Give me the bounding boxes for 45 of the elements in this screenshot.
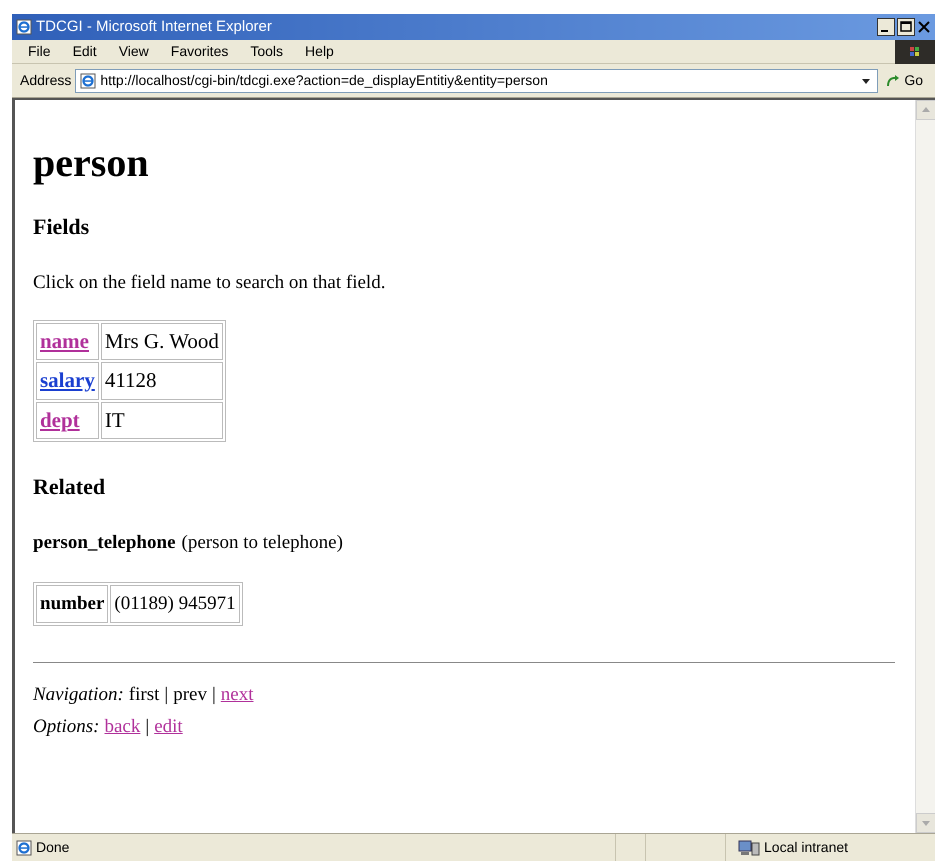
- menu-item[interactable]: File: [28, 41, 51, 62]
- url-text: http://localhost/cgi-bin/tdcgi.exe?action=de_displayEntitiy&entity=person: [100, 71, 548, 90]
- go-button[interactable]: Go: [882, 70, 927, 91]
- separator-text: |: [164, 683, 168, 707]
- address-field[interactable]: http://localhost/cgi-bin/tdcgi.exe?action=de_displayEntitiy&entity=person: [75, 68, 878, 92]
- browser-icon: [80, 72, 96, 88]
- zone-text: Local intranet: [764, 838, 848, 857]
- maximize-icon[interactable]: [897, 18, 915, 36]
- section-heading: Fields: [33, 213, 90, 241]
- page-heading: person: [33, 139, 150, 187]
- nav-text: prev: [173, 683, 207, 707]
- browser-icon: [16, 19, 32, 35]
- table-cell: IT: [100, 402, 223, 439]
- menu-item[interactable]: Help: [305, 41, 334, 62]
- table-cell: Mrs G. Wood: [100, 322, 223, 360]
- instruction-text: Click on the field name to search on that field.: [33, 271, 386, 295]
- menu-item[interactable]: View: [118, 41, 149, 62]
- windows-logo-icon: [895, 40, 935, 64]
- relation-description: (person to telephone): [182, 531, 343, 555]
- window-title: TDCGI - Microsoft Internet Explorer: [36, 16, 272, 37]
- nav-link[interactable]: back: [104, 711, 140, 743]
- minimize-icon[interactable]: [877, 18, 895, 36]
- separator-text: |: [145, 715, 150, 739]
- address-label: Address: [20, 71, 72, 90]
- nav-link[interactable]: edit: [154, 711, 183, 743]
- field-name-link[interactable]: salary: [36, 362, 99, 400]
- table-cell: number: [36, 584, 108, 623]
- separator-text: |: [212, 683, 216, 707]
- field-name-link[interactable]: dept: [36, 402, 99, 439]
- table-cell: (01189) 945971: [110, 584, 240, 623]
- menu-item[interactable]: Favorites: [170, 41, 228, 62]
- nav-text: first: [128, 683, 160, 707]
- table-cell: 41128: [100, 362, 223, 400]
- footer-label: Navigation:: [33, 683, 124, 707]
- relation-name: person_telephone: [33, 531, 176, 555]
- arrow-icon: [886, 74, 900, 88]
- browser-icon: [16, 840, 32, 856]
- status-text: Done: [36, 838, 70, 857]
- menu-item[interactable]: Tools: [250, 41, 284, 62]
- footer-label: Options:: [33, 715, 100, 739]
- field-name-link[interactable]: name: [36, 322, 99, 360]
- network-icon: [738, 838, 760, 856]
- section-heading: Related: [33, 473, 106, 501]
- menu-item[interactable]: Edit: [72, 41, 97, 62]
- nav-link[interactable]: next: [220, 679, 254, 711]
